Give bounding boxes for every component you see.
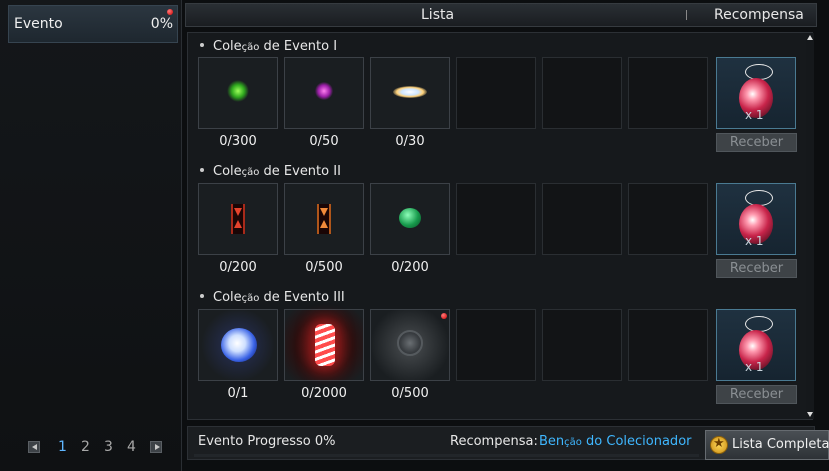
receive-button[interactable]: Receber (716, 385, 797, 404)
pager: 1 2 3 4 (28, 438, 168, 456)
orange-hourglass-icon (317, 204, 331, 234)
reward-quantity: x 1 (745, 360, 764, 374)
page-3[interactable]: 3 (104, 439, 113, 455)
list-header: Lista Recompensa (185, 3, 817, 27)
reward-value: Benção do Colecionador (539, 434, 692, 449)
collection-title: Coleção de Evento I (200, 39, 337, 54)
green-sparkle-icon (227, 80, 249, 102)
reward-item[interactable]: x 1 (716, 57, 796, 129)
complete-list-button[interactable]: Lista Completa (705, 430, 829, 460)
collection-item-slot[interactable] (198, 309, 278, 381)
notification-dot-icon (441, 313, 447, 319)
collection-item-slot[interactable] (370, 309, 450, 381)
empty-slot (456, 183, 536, 255)
collection-panel: Lista Recompensa Coleção de Evento I 0/3… (185, 0, 829, 471)
compass-icon (397, 330, 423, 356)
item-count: 0/30 (395, 134, 425, 149)
sidebar-item-label: Evento (14, 16, 63, 32)
reward-label: Recompensa: (450, 434, 538, 449)
collection-title: Coleção de Evento II (200, 164, 341, 179)
blue-orb-icon (221, 328, 257, 362)
progress-bar (194, 454, 699, 457)
green-gem-icon (399, 208, 421, 228)
empty-slot (456, 309, 536, 381)
item-count: 0/500 (305, 260, 343, 275)
bullet-icon (200, 293, 204, 298)
sidebar-item-percent: 0% (150, 16, 173, 32)
empty-slot (542, 57, 622, 129)
firework-icon (315, 324, 335, 366)
left-panel: Evento 0% 1 2 3 4 (0, 0, 182, 471)
collection-item-slot[interactable] (370, 183, 450, 255)
collection-list: Coleção de Evento I 0/300 0/50 0/30 x 1 … (187, 32, 813, 420)
collection-item-slot[interactable] (284, 309, 364, 381)
item-count: 0/1 (227, 386, 249, 401)
reward-quantity: x 1 (745, 108, 764, 122)
reward-item[interactable]: x 1 (716, 183, 796, 255)
reward-item[interactable]: x 1 (716, 309, 796, 381)
sidebar-item-evento[interactable]: Evento 0% (8, 5, 178, 43)
empty-slot (542, 309, 622, 381)
bullet-icon (200, 42, 204, 47)
empty-slot (628, 57, 708, 129)
page-1[interactable]: 1 (58, 439, 67, 455)
star-icon (710, 436, 728, 454)
empty-slot (542, 183, 622, 255)
notification-dot-icon (167, 9, 173, 15)
red-hourglass-icon (231, 204, 245, 234)
scrollbar[interactable] (806, 33, 814, 419)
collection-item-slot[interactable] (198, 57, 278, 129)
collection-item-slot[interactable] (284, 57, 364, 129)
item-count: 0/200 (219, 260, 257, 275)
empty-slot (628, 309, 708, 381)
prev-page-arrow-icon[interactable] (28, 441, 40, 453)
page-4[interactable]: 4 (127, 439, 136, 455)
receive-button[interactable]: Receber (716, 259, 797, 278)
bullet-icon (200, 167, 204, 172)
purple-sparkle-icon (315, 82, 333, 100)
page-2[interactable]: 2 (81, 439, 90, 455)
scroll-down-arrow-icon[interactable] (807, 412, 813, 417)
header-divider (686, 10, 687, 20)
list-column-header: Lista (421, 7, 455, 23)
complete-list-label: Lista Completa (732, 437, 829, 452)
next-page-arrow-icon[interactable] (150, 441, 162, 453)
empty-slot (456, 57, 536, 129)
receive-button[interactable]: Receber (716, 133, 797, 152)
reward-column-header: Recompensa (714, 7, 804, 23)
event-progress-text: Evento Progresso 0% (198, 434, 336, 449)
item-count: 0/500 (391, 386, 429, 401)
collection-title: Coleção de Evento III (200, 290, 345, 305)
item-count: 0/300 (219, 134, 257, 149)
item-count: 0/200 (391, 260, 429, 275)
collection-item-slot[interactable] (198, 183, 278, 255)
reward-quantity: x 1 (745, 234, 764, 248)
item-count: 0/50 (309, 134, 339, 149)
empty-slot (628, 183, 708, 255)
white-light-icon (393, 86, 427, 98)
scroll-up-arrow-icon[interactable] (807, 35, 813, 40)
collection-item-slot[interactable] (284, 183, 364, 255)
collection-item-slot[interactable] (370, 57, 450, 129)
item-count: 0/2000 (301, 386, 347, 401)
